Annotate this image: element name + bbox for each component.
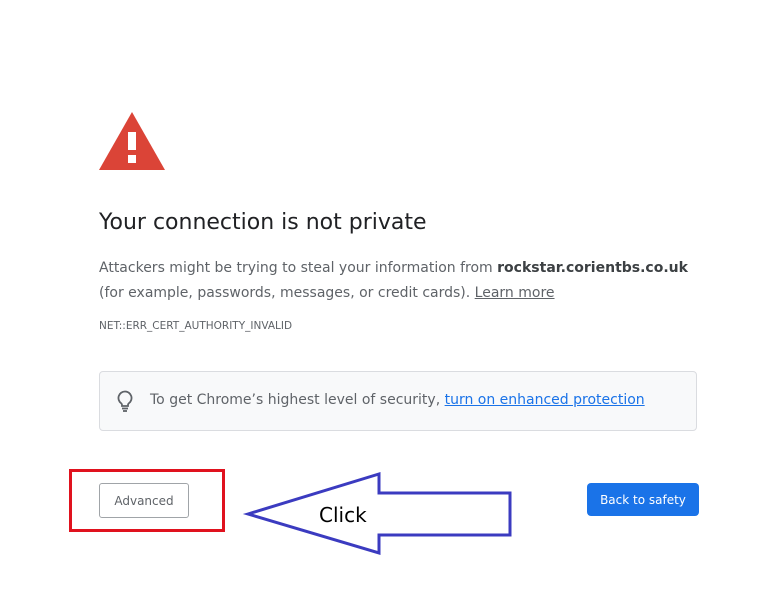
- annotation-highlight-box: [69, 469, 225, 532]
- page-title: Your connection is not private: [99, 210, 427, 235]
- explanation-suffix: (for example, passwords, messages, or cr…: [99, 284, 475, 301]
- back-to-safety-button[interactable]: Back to safety: [587, 483, 699, 516]
- error-explanation: Attackers might be trying to steal your …: [99, 256, 699, 305]
- warning-triangle-icon: [99, 112, 165, 170]
- enhanced-protection-banner: To get Chrome’s highest level of securit…: [99, 371, 697, 431]
- enhanced-protection-text: To get Chrome’s highest level of securit…: [150, 392, 645, 408]
- explanation-prefix: Attackers might be trying to steal your …: [99, 260, 498, 276]
- error-code: NET::ERR_CERT_AUTHORITY_INVALID: [99, 320, 293, 332]
- enhanced-prefix: To get Chrome’s highest level of securit…: [150, 392, 445, 408]
- lightbulb-icon: [117, 390, 133, 412]
- site-domain: rockstar.corientbs.co.uk: [497, 260, 688, 276]
- learn-more-link[interactable]: Learn more: [475, 285, 555, 301]
- ssl-error-page: Your connection is not private Attackers…: [0, 0, 771, 598]
- enhanced-protection-link[interactable]: turn on enhanced protection: [445, 392, 645, 408]
- annotation-click-label: Click: [319, 503, 367, 527]
